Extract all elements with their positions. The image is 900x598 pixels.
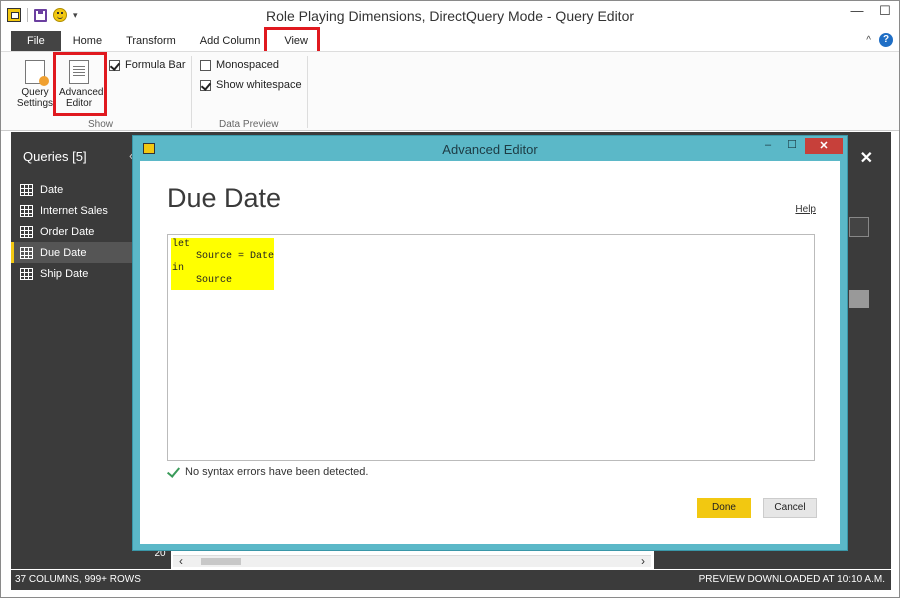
code-line: Source [172,275,233,286]
status-row-count: 37 COLUMNS, 999+ ROWS [15,574,141,585]
query-item-label: Due Date [40,246,87,259]
data-preview-group-label: Data Preview [219,119,279,130]
query-settings-label: Query Settings [16,87,54,109]
dialog-title: Advanced Editor [442,142,538,157]
dialog-body: Due Date Help let Source = Date in Sourc… [140,161,840,544]
close-editor-icon[interactable]: ✕ [860,148,873,168]
query-item-ship-date[interactable]: Ship Date [11,263,133,284]
ribbon-group-divider [191,56,192,128]
help-icon[interactable]: ? [879,33,893,47]
collapse-ribbon-icon[interactable]: ^ [866,35,871,46]
dialog-title-bar: Advanced Editor – ☐ ✕ [133,136,847,161]
tab-home[interactable]: Home [61,31,114,51]
advanced-editor-dialog: Advanced Editor – ☐ ✕ Due Date Help let … [132,135,848,551]
table-icon [20,204,33,217]
tab-add-column[interactable]: Add Column [188,31,273,51]
code-line: in [172,263,185,274]
window-title: Role Playing Dimensions, DirectQuery Mod… [265,8,635,24]
show-whitespace-checkbox[interactable] [200,79,211,91]
formula-bar-toggle[interactable]: Formula Bar [109,59,186,71]
queries-pane: Queries [5] ‹ Date Internet Sales Order … [11,132,133,569]
query-item-order-date[interactable]: Order Date [11,221,133,242]
status-bar: 37 COLUMNS, 999+ ROWS PREVIEW DOWNLOADED… [11,570,891,590]
scrollbar-thumb[interactable] [201,558,241,565]
monospaced-toggle[interactable]: Monospaced [200,59,279,71]
help-link[interactable]: Help [795,204,816,215]
horizontal-scrollbar[interactable]: ‹ › [173,554,651,568]
dialog-window-controls: – ☐ ✕ [757,138,843,154]
ribbon-tabs: File Home Transform Add Column View [1,31,899,51]
minimize-button[interactable]: — [843,1,871,23]
scroll-right-icon[interactable]: › [641,554,645,568]
scroll-left-icon[interactable]: ‹ [179,554,183,568]
maximize-button[interactable]: ☐ [871,1,899,23]
tab-file[interactable]: File [11,31,61,51]
monospaced-checkbox[interactable] [200,59,211,71]
settings-pane-field[interactable] [849,217,869,237]
settings-pane-scroll[interactable] [849,290,869,308]
table-icon [20,246,33,259]
query-editor-window: ▾ Role Playing Dimensions, DirectQuery M… [0,0,900,598]
done-button[interactable]: Done [697,498,751,518]
code-line: let [172,239,191,250]
show-whitespace-label: Show whitespace [216,79,302,91]
query-item-due-date[interactable]: Due Date [11,242,133,263]
cancel-button[interactable]: Cancel [763,498,817,518]
query-item-date[interactable]: Date [11,179,133,200]
formula-bar-checkbox[interactable] [109,59,120,71]
query-item-label: Internet Sales [40,204,108,217]
ribbon-panel: Query Settings Advanced Editor Formula B… [1,51,899,131]
show-whitespace-toggle[interactable]: Show whitespace [200,79,302,91]
query-settings-button[interactable]: Query Settings [15,58,55,114]
ribbon-right-controls: ^ ? [866,33,893,47]
table-icon [20,183,33,196]
window-controls: — ☐ [843,1,899,23]
table-icon [20,225,33,238]
syntax-status: No syntax errors have been detected. [167,466,368,478]
query-name-heading: Due Date [167,183,282,213]
code-line: Source = Date [172,251,275,262]
table-icon [20,267,33,280]
tab-transform[interactable]: Transform [114,31,188,51]
formula-bar-label: Formula Bar [125,59,186,71]
status-preview-time: PREVIEW DOWNLOADED AT 10:10 A.M. [698,574,885,585]
advanced-editor-highlight [53,52,107,116]
syntax-status-text: No syntax errors have been detected. [185,466,369,478]
query-settings-icon [25,60,49,86]
query-item-label: Order Date [40,225,95,238]
query-list: Date Internet Sales Order Date Due Date … [11,179,133,284]
query-item-internet-sales[interactable]: Internet Sales [11,200,133,221]
view-tab-highlight [264,27,320,54]
dialog-close-button[interactable]: ✕ [805,138,843,154]
queries-pane-title: Queries [5] [23,149,87,164]
checkmark-icon [167,466,179,478]
show-group-label: Show [88,119,114,130]
query-item-label: Ship Date [40,267,89,280]
m-code-editor[interactable]: let Source = Date in Source [167,234,815,461]
ribbon-group-divider [307,56,308,128]
monospaced-label: Monospaced [216,59,279,71]
title-bar: ▾ Role Playing Dimensions, DirectQuery M… [1,1,899,31]
dialog-maximize-button[interactable]: ☐ [781,138,803,154]
dialog-minimize-button[interactable]: – [757,138,779,154]
query-item-label: Date [40,183,64,196]
